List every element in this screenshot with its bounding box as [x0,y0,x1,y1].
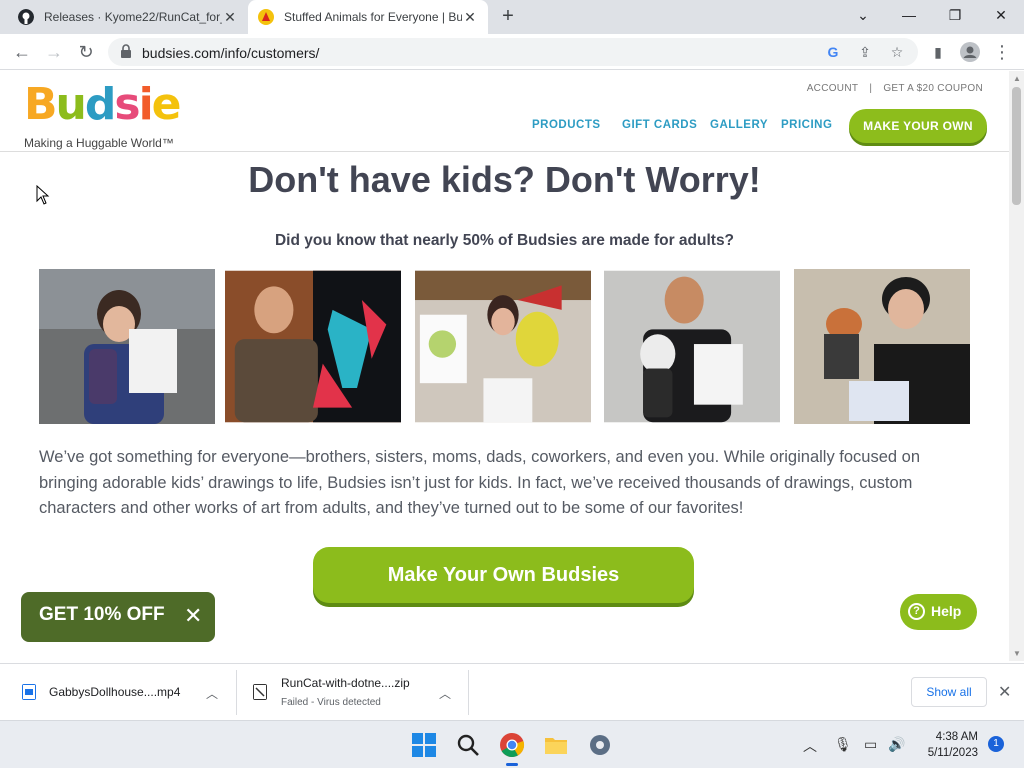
tab-github-releases[interactable]: Releases · Kyome22/RunCat_for_ ✕ [8,0,248,34]
page-scrollbar[interactable]: ▲ ▼ [1009,71,1024,661]
profile-avatar-icon[interactable] [958,40,982,64]
forward-icon[interactable]: → [42,40,66,64]
web-page: Budsies Making a Huggable World™ ACCOUNT… [0,71,1009,661]
tab-title: Releases · Kyome22/RunCat_for_ [44,10,222,24]
nav-products[interactable]: PRODUCTS [532,119,601,131]
download-item[interactable]: GabbysDollhouse....mp4 ︿ [22,664,237,721]
address-bar[interactable]: budsies.com/info/customers/ G ⇪ ☆ [108,38,918,66]
download-item[interactable]: RunCat-with-dotne....zip Failed - Virus … [253,664,469,721]
file-explorer-icon[interactable] [543,732,569,758]
browser-toolbar: ← → ↻ budsies.com/info/customers/ G ⇪ ☆ … [0,34,1024,70]
scrollbar-thumb[interactable] [1012,87,1021,205]
url-text: budsies.com/info/customers/ [142,45,320,61]
github-icon [18,9,34,25]
close-tab-icon[interactable]: ✕ [222,9,238,25]
help-button[interactable]: ? Help [900,594,977,630]
google-icon[interactable]: G [824,43,842,61]
download-status: Failed - Virus detected [281,697,381,708]
close-window-button[interactable]: ✕ [978,0,1024,30]
download-filename: GabbysDollhouse....mp4 [49,685,181,699]
customer-photo-5 [794,269,970,424]
chrome-icon[interactable] [499,732,525,758]
make-your-own-nav-button[interactable]: MAKE YOUR OWN [849,109,987,143]
windows-start-icon[interactable] [411,732,437,758]
minimize-button[interactable]: — [886,0,932,30]
make-your-own-budsies-button[interactable]: Make Your Own Budsies [313,547,694,603]
customer-photo-3 [415,270,591,423]
close-tab-icon[interactable]: ✕ [462,9,478,25]
chevron-up-icon[interactable]: ︿ [206,685,218,702]
new-tab-button[interactable]: + [498,6,518,27]
nav-pricing[interactable]: PRICING [781,119,832,131]
divider [468,670,469,715]
customer-photo-4 [604,270,780,423]
help-icon: ? [908,603,925,620]
logo-wordmark: Budsies [24,79,207,134]
discount-promo-banner[interactable]: GET 10% OFF ✕ [21,592,215,642]
volume-icon[interactable]: 🔊 [888,736,905,753]
mouse-cursor-icon [36,185,50,205]
microphone-icon[interactable]: 🎙 [834,736,852,753]
download-bar: GabbysDollhouse....mp4 ︿ RunCat-with-dot… [0,663,1024,720]
header-divider [0,151,1009,152]
chevron-up-tray-icon[interactable]: ︿ [803,736,817,756]
divider [236,670,237,715]
budsies-logo[interactable]: Budsies Making a Huggable World™ [24,79,207,150]
zip-file-icon [253,684,267,700]
settings-gear-icon[interactable] [587,732,613,758]
logo-tagline: Making a Huggable World™ [24,136,174,150]
coupon-link[interactable]: GET A $20 COUPON [883,83,983,94]
customer-photo-1 [39,269,215,424]
notification-badge[interactable]: 1 [988,736,1004,752]
menu-kebab-icon[interactable]: ⋮ [990,40,1014,64]
tab-search-icon[interactable]: ⌄ [840,0,886,30]
top-links: ACCOUNT | GET A $20 COUPON [803,83,987,94]
help-label: Help [931,603,962,619]
tab-strip: Releases · Kyome22/RunCat_for_ ✕ Stuffed… [0,0,1024,34]
page-headline: Don't have kids? Don't Worry! [248,159,761,200]
promo-close-icon[interactable]: ✕ [184,604,202,628]
search-icon[interactable] [455,732,481,758]
promo-label: GET 10% OFF [39,604,165,625]
body-paragraph: We’ve got something for everyone—brother… [39,448,921,517]
share-icon[interactable]: ⇪ [856,43,874,61]
download-filename: RunCat-with-dotne....zip [281,676,410,690]
tab-budsies[interactable]: Stuffed Animals for Everyone | Bu ✕ [248,0,488,34]
clock-time: 4:38 AM [935,731,978,743]
nav-gift-cards[interactable]: GIFT CARDS [622,119,697,131]
scroll-down-arrow-icon[interactable]: ▼ [1013,649,1021,658]
side-panel-icon[interactable]: ▮ [926,40,950,64]
restore-button[interactable]: ❐ [932,0,978,30]
back-icon[interactable]: ← [10,40,34,64]
chevron-up-icon[interactable]: ︿ [439,685,451,702]
separator: | [869,83,873,94]
account-link[interactable]: ACCOUNT [807,83,859,94]
customer-photo-2 [225,270,401,423]
tab-title: Stuffed Animals for Everyone | Bu [284,10,462,24]
active-app-indicator [506,763,518,766]
show-all-downloads-button[interactable]: Show all [911,677,987,707]
lock-icon [121,44,131,58]
bookmark-star-icon[interactable]: ☆ [888,43,906,61]
clock-date: 5/11/2023 [927,747,978,759]
scroll-up-arrow-icon[interactable]: ▲ [1013,74,1021,83]
video-file-icon [22,684,36,700]
windows-taskbar: ︿ 🎙 ▭ 🔊 4:38 AM 5/11/2023 1 [0,720,1024,768]
reload-icon[interactable]: ↻ [74,40,98,64]
system-clock[interactable]: 4:38 AM 5/11/2023 [918,729,978,761]
budsies-icon [258,9,274,25]
nav-gallery[interactable]: GALLERY [710,119,768,131]
close-download-bar-icon[interactable]: ✕ [998,682,1011,702]
network-icon[interactable]: ▭ [864,736,877,753]
svg-text:Budsies: Budsies [24,79,180,127]
page-subhead: Did you know that nearly 50% of Budsies … [274,232,735,249]
logo-graphic: Budsies [24,79,207,130]
